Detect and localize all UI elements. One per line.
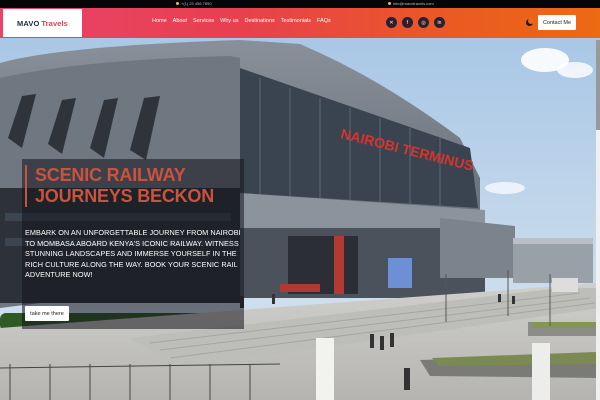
scrollbar-thumb[interactable]: [596, 40, 600, 130]
nav-item-home[interactable]: Home: [152, 18, 167, 24]
email-text: info@mavotravels.com: [393, 1, 434, 6]
nav-item-destinations[interactable]: Destinations: [244, 18, 274, 24]
phone-contact[interactable]: +(1) 23 456 7890: [176, 1, 212, 6]
phone-icon: [176, 2, 179, 5]
linkedin-icon[interactable]: in: [434, 17, 445, 28]
hero-overlay-card: SCENIC RAILWAY JOURNEYS BECKON EMBARK ON…: [22, 159, 244, 329]
nav-item-services[interactable]: Services: [193, 18, 214, 24]
hero-section: NAIROBI TERMINUS SCENIC RAILWAY JOURNEYS…: [0, 38, 600, 400]
heading-accent-line: [25, 165, 27, 207]
top-info-bar: +(1) 23 456 7890 info@mavotravels.com: [0, 0, 600, 8]
phone-text: +(1) 23 456 7890: [181, 1, 212, 6]
dark-mode-toggle-icon[interactable]: [526, 18, 534, 26]
take-me-there-button[interactable]: take me there: [25, 306, 69, 321]
logo[interactable]: MAVO Travels: [3, 9, 82, 37]
facebook-icon[interactable]: f: [402, 17, 413, 28]
scrollbar[interactable]: [596, 40, 600, 400]
email-contact[interactable]: info@mavotravels.com: [388, 1, 434, 6]
nav-item-faqs[interactable]: FAQs: [317, 18, 331, 24]
logo-text-secondary: Travels: [41, 18, 68, 28]
nav-item-about[interactable]: About: [173, 18, 187, 24]
nav-item-why-us[interactable]: Why us: [220, 18, 238, 24]
instagram-icon[interactable]: ◎: [418, 17, 429, 28]
logo-text-primary: MAVO: [17, 18, 40, 28]
email-icon: [388, 2, 391, 5]
x-icon[interactable]: ✕: [386, 17, 397, 28]
nav-menu: Home About Services Why us Destinations …: [152, 18, 331, 24]
social-links: ✕ f ◎ in: [386, 17, 445, 28]
hero-description: EMBARK ON AN UNFORGETTABLE JOURNEY FROM …: [25, 228, 241, 280]
navbar: MAVO Travels Home About Services Why us D…: [0, 8, 600, 38]
hero-heading: SCENIC RAILWAY JOURNEYS BECKON: [35, 165, 215, 206]
contact-me-button[interactable]: Contact Me: [538, 15, 576, 30]
nav-item-testimonials[interactable]: Testimonials: [281, 18, 311, 24]
